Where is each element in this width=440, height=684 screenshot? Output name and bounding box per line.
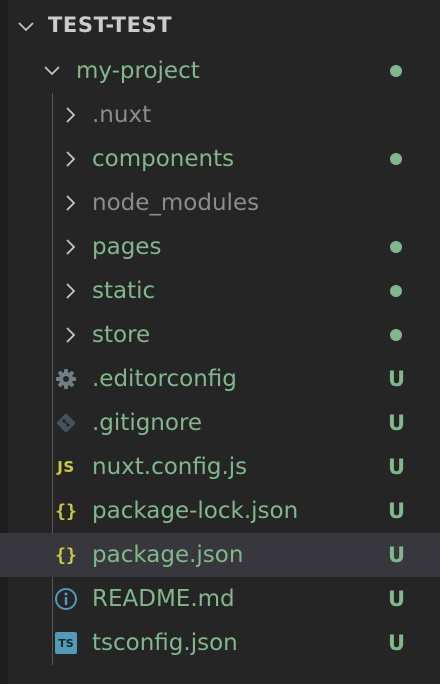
modified-dot — [390, 241, 402, 253]
gear-icon — [54, 368, 78, 390]
js-file-icon: JS — [57, 458, 75, 476]
folder-label: pages — [92, 234, 162, 260]
json-file-icon: {} — [55, 500, 77, 522]
untracked-badge: U — [388, 631, 406, 655]
chevron-down-icon — [18, 22, 34, 32]
folder-node-modules[interactable]: node_modules — [0, 181, 440, 225]
modified-dot — [390, 65, 402, 77]
folder-label: node_modules — [92, 190, 260, 216]
folder-label: my-project — [76, 58, 200, 84]
file-label: .gitignore — [92, 410, 203, 436]
folder-label: components — [92, 146, 235, 172]
file-gitignore[interactable]: .gitignore U — [0, 401, 440, 445]
file-label: package.json — [92, 542, 244, 568]
untracked-badge: U — [388, 543, 406, 567]
folder-static[interactable]: static — [0, 269, 440, 313]
file-editorconfig[interactable]: .editorconfig U — [0, 357, 440, 401]
chevron-right-icon — [66, 151, 76, 167]
modified-dot — [390, 153, 402, 165]
chevron-down-icon — [44, 66, 60, 76]
chevron-right-icon — [66, 107, 76, 123]
file-nuxt-config[interactable]: JS nuxt.config.js U — [0, 445, 440, 489]
json-file-icon: {} — [55, 544, 77, 566]
untracked-badge: U — [388, 587, 406, 611]
file-explorer: TEST-TEST my-project .nuxt components no… — [0, 0, 440, 684]
file-label: .editorconfig — [92, 366, 237, 392]
chevron-right-icon — [66, 195, 76, 211]
file-tsconfig[interactable]: TS tsconfig.json U — [0, 621, 440, 665]
folder-label: store — [92, 322, 151, 348]
file-label: package-lock.json — [92, 498, 299, 524]
folder-label: .nuxt — [92, 102, 152, 128]
workspace-header[interactable]: TEST-TEST — [0, 5, 440, 49]
folder-store[interactable]: store — [0, 313, 440, 357]
file-label: README.md — [92, 586, 235, 612]
file-label: nuxt.config.js — [92, 454, 248, 480]
modified-dot — [390, 329, 402, 341]
git-icon — [54, 412, 78, 434]
chevron-right-icon — [66, 239, 76, 255]
folder-nuxt[interactable]: .nuxt — [0, 93, 440, 137]
untracked-badge: U — [388, 499, 406, 523]
modified-dot — [390, 285, 402, 297]
folder-label: static — [92, 278, 156, 304]
file-readme[interactable]: README.md U — [0, 577, 440, 621]
chevron-right-icon — [66, 327, 76, 343]
chevron-right-icon — [66, 283, 76, 299]
folder-pages[interactable]: pages — [0, 225, 440, 269]
file-package-lock[interactable]: {} package-lock.json U — [0, 489, 440, 533]
workspace-title: TEST-TEST — [48, 13, 173, 37]
file-package-json[interactable]: {} package.json U — [0, 533, 440, 577]
untracked-badge: U — [388, 455, 406, 479]
folder-components[interactable]: components — [0, 137, 440, 181]
untracked-badge: U — [388, 411, 406, 435]
folder-my-project[interactable]: my-project — [0, 49, 440, 93]
info-icon — [54, 588, 78, 610]
untracked-badge: U — [388, 367, 406, 391]
ts-file-icon: TS — [54, 632, 78, 654]
file-label: tsconfig.json — [92, 630, 238, 656]
